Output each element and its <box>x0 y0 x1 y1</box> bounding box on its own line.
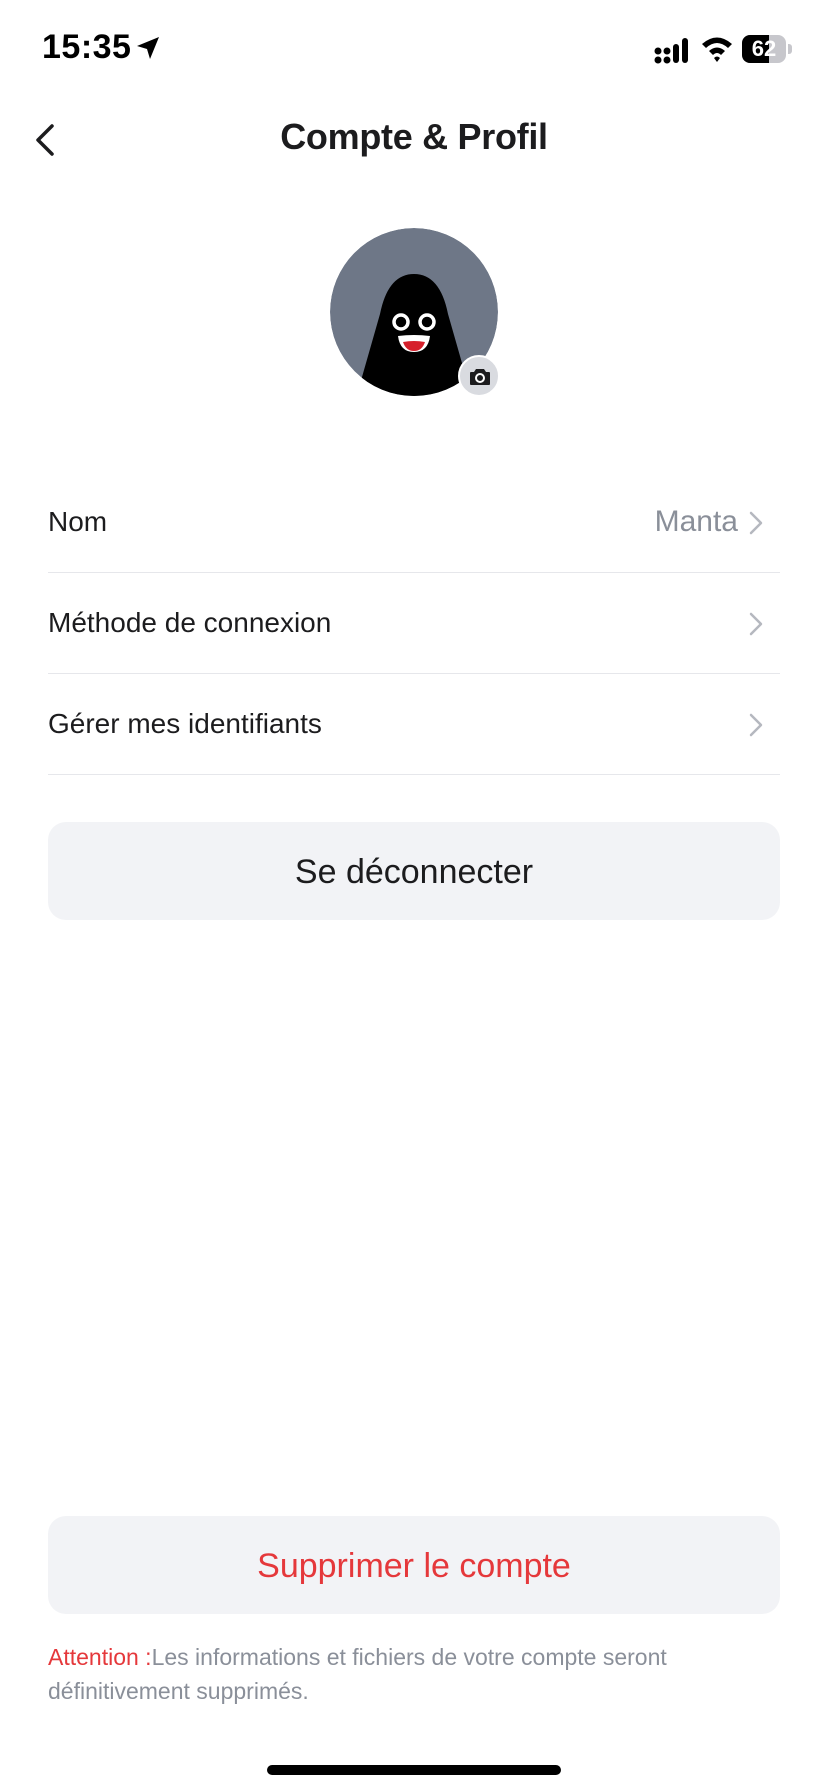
settings-row-login-method[interactable]: Méthode de connexion <box>48 573 780 674</box>
status-time: 15:35 <box>42 28 132 66</box>
cellular-signal-icon <box>654 38 688 64</box>
camera-icon <box>470 369 490 385</box>
delete-warning: Attention :Les informations et fichiers … <box>48 1640 748 1708</box>
chevron-right-icon <box>749 612 763 636</box>
settings-list: Nom Manta Méthode de connexion Gérer mes… <box>48 472 780 775</box>
logout-button[interactable]: Se déconnecter <box>48 822 780 920</box>
camera-badge[interactable] <box>458 355 500 397</box>
row-label: Nom <box>48 506 108 537</box>
page-title: Compte & Profil <box>280 116 548 157</box>
settings-row-name[interactable]: Nom Manta <box>48 472 780 573</box>
warning-prefix: Attention : <box>48 1644 152 1670</box>
battery-indicator: 62 <box>742 35 792 63</box>
home-indicator <box>267 1765 561 1775</box>
settings-row-credentials[interactable]: Gérer mes identifiants <box>48 674 780 775</box>
battery-level: 62 <box>751 36 777 61</box>
row-value: Manta <box>654 505 738 538</box>
row-label: Méthode de connexion <box>48 607 332 638</box>
row-label: Gérer mes identifiants <box>48 708 322 739</box>
avatar-button[interactable] <box>330 228 500 398</box>
delete-account-button[interactable]: Supprimer le compte <box>48 1516 780 1614</box>
location-arrow-icon <box>137 37 159 59</box>
chevron-right-icon <box>749 511 763 535</box>
status-bar: 15:35 62 <box>0 0 828 100</box>
wifi-icon <box>702 37 732 62</box>
chevron-right-icon <box>749 713 763 737</box>
